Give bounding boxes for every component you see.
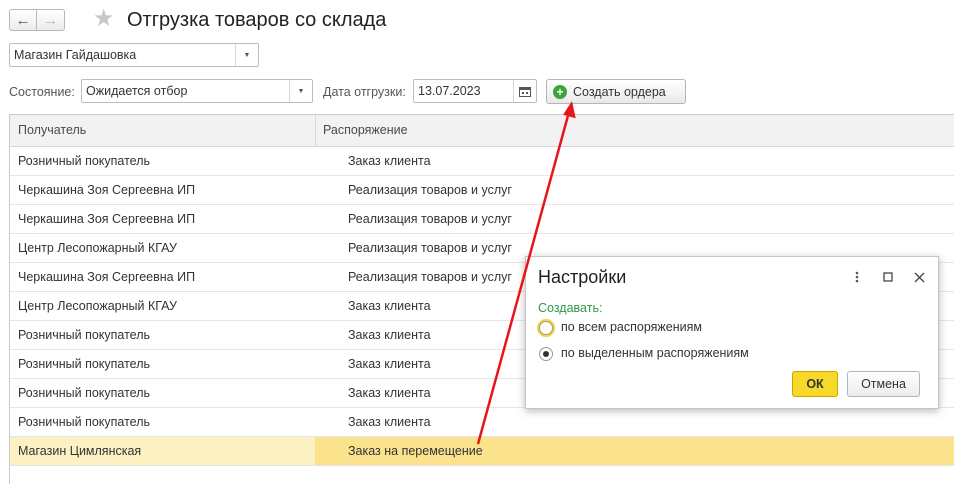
- back-button[interactable]: ←: [9, 9, 37, 31]
- cell-recipient: Розничный покупатель: [18, 154, 151, 168]
- cell-recipient: Центр Лесопожарный КГАУ: [18, 241, 177, 255]
- create-group-label: Создавать:: [538, 301, 603, 315]
- date-label: Дата отгрузки:: [323, 85, 406, 99]
- radio-selected-orders-label[interactable]: по выделенным распоряжениям: [561, 346, 749, 360]
- cell-order: Заказ клиента: [348, 328, 431, 342]
- arrow-left-icon: ←: [15, 11, 31, 29]
- table-row[interactable]: Розничный покупатель Заказ клиента: [10, 147, 954, 176]
- state-select[interactable]: Ожидается отбор ▼: [81, 79, 313, 103]
- create-orders-label: Создать ордера: [573, 84, 666, 99]
- date-field[interactable]: 13.07.2023: [413, 79, 537, 103]
- dropdown-arrow-icon[interactable]: ▼: [289, 80, 312, 102]
- more-menu-icon[interactable]: [847, 267, 867, 287]
- table-row[interactable]: Черкашина Зоя Сергеевна ИП Реализация тов…: [10, 176, 954, 205]
- radio-selected-orders[interactable]: [539, 347, 553, 361]
- warehouse-value: Магазин Гайдашовка: [14, 48, 137, 62]
- table-row[interactable]: Розничный покупатель Заказ клиента: [10, 408, 954, 437]
- cell-order: Заказ клиента: [348, 386, 431, 400]
- cell-recipient: Розничный покупатель: [18, 357, 151, 371]
- calendar-icon[interactable]: [513, 80, 536, 102]
- plus-icon: +: [553, 84, 567, 99]
- state-label: Состояние:: [9, 85, 75, 99]
- cell-order: Реализация товаров и услуг: [348, 183, 512, 197]
- date-value: 13.07.2023: [418, 84, 481, 98]
- table-header: Получатель Распоряжение: [10, 115, 954, 147]
- cell-recipient: Черкашина Зоя Сергеевна ИП: [18, 270, 196, 284]
- cell-recipient: Магазин Цимлянская: [18, 444, 142, 458]
- cell-order: Реализация товаров и услуг: [348, 212, 512, 226]
- forward-button[interactable]: →: [37, 9, 65, 31]
- settings-dialog: Настройки Создавать: по всем распоряжени…: [525, 256, 939, 409]
- cell-order: Заказ клиента: [348, 154, 431, 168]
- cell-recipient: Розничный покупатель: [18, 415, 151, 429]
- column-header-order[interactable]: Распоряжение: [323, 115, 408, 146]
- create-orders-button[interactable]: + Создать ордера: [546, 79, 686, 104]
- warehouse-select[interactable]: Магазин Гайдашовка ▼: [9, 43, 259, 67]
- favorite-star-icon[interactable]: ★: [93, 5, 115, 33]
- table-row[interactable]: Магазин Цимлянская Заказ на перемещение: [10, 437, 954, 466]
- cell-order: Реализация товаров и услуг: [348, 270, 512, 284]
- page-title: Отгрузка товаров со склада: [127, 9, 387, 31]
- cell-order: Заказ клиента: [348, 299, 431, 313]
- maximize-icon[interactable]: [878, 267, 898, 287]
- cell-recipient: Розничный покупатель: [18, 386, 151, 400]
- cell-recipient: Центр Лесопожарный КГАУ: [18, 299, 177, 313]
- radio-all-orders-label[interactable]: по всем распоряжениям: [561, 320, 702, 334]
- close-icon[interactable]: [909, 267, 929, 287]
- cell-recipient: Черкашина Зоя Сергеевна ИП: [18, 212, 196, 226]
- ok-button[interactable]: ОК: [792, 371, 838, 397]
- state-value: Ожидается отбор: [86, 84, 188, 98]
- column-header-recipient[interactable]: Получатель: [18, 115, 86, 146]
- table-row[interactable]: Черкашина Зоя Сергеевна ИП Реализация тов…: [10, 205, 954, 234]
- cell-order: Заказ клиента: [348, 415, 431, 429]
- cell-recipient: Черкашина Зоя Сергеевна ИП: [18, 183, 196, 197]
- cancel-button[interactable]: Отмена: [847, 371, 920, 397]
- dropdown-arrow-icon[interactable]: ▼: [235, 44, 258, 66]
- radio-all-orders[interactable]: [539, 321, 553, 335]
- cell-order: Заказ клиента: [348, 357, 431, 371]
- arrow-right-icon: →: [43, 11, 58, 29]
- cell-recipient: Розничный покупатель: [18, 328, 151, 342]
- cell-order: Реализация товаров и услуг: [348, 241, 512, 255]
- cell-order: Заказ на перемещение: [348, 444, 483, 458]
- dialog-title: Настройки: [538, 267, 627, 287]
